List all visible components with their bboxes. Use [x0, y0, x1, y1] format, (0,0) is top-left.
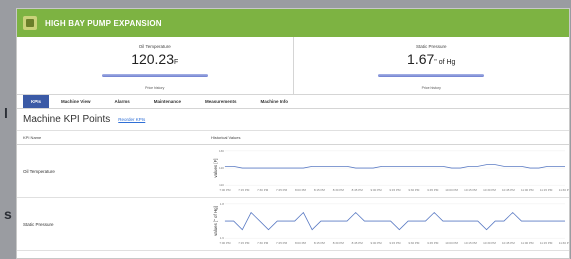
kpi-unit: " of Hg [434, 59, 456, 66]
x-tick-label: 9:00 PM [371, 241, 383, 245]
x-tick-label: 8:30 PM [333, 188, 345, 192]
pump-logo-icon [23, 16, 37, 30]
kpi-sparkline [101, 74, 208, 77]
y-axis-label: values [F] [213, 158, 218, 177]
kpi-card-static-pressure[interactable]: Static Pressure 1.67" of Hg Price histor… [292, 37, 570, 94]
kpi-sparkline-label: Price history [421, 86, 441, 90]
x-tick-label: 9:00 PM [371, 188, 383, 192]
historical-chart[interactable]: values [F] 130 120 110 7:00 PM 7:15 PM 7:30 PM… [211, 145, 569, 197]
x-tick-label: 8:30 PM [333, 241, 345, 245]
x-tick-label: 11:00 PM [521, 241, 534, 245]
x-tick-label: 10:00 PM [445, 188, 458, 192]
x-tick-label: 9:30 PM [408, 188, 420, 192]
reorder-kpis-link[interactable]: Reorder KPIs [118, 117, 145, 122]
x-tick-label: 10:30 PM [483, 188, 496, 192]
tab-measurements[interactable]: Measurements [193, 95, 249, 108]
y-axis-label: values [" of Hg] [213, 206, 218, 236]
table-header: KPI Name Historical Values [17, 131, 569, 145]
x-tick-label: 10:15 PM [464, 241, 477, 245]
x-tick-label: 7:30 PM [257, 241, 269, 245]
section-header: Machine KPI Points Reorder KPIs [17, 109, 569, 131]
tab-machine-info[interactable]: Machine Info [249, 95, 301, 108]
kpi-value: 1.67" of Hg [407, 51, 456, 67]
kpi-label: Static Pressure [415, 44, 447, 49]
column-header-historical-values: Historical Values [211, 135, 241, 140]
y-tick-label: 120 [219, 166, 224, 170]
y-tick-label: 1.8 [220, 202, 224, 206]
kpi-sparkline [378, 74, 485, 77]
kpi-value: 120.23F [131, 51, 179, 67]
x-tick-label: 10:45 PM [502, 188, 515, 192]
tab-maintenance[interactable]: Maintenance [142, 95, 193, 108]
tab-bar: KPIs Machine View Alarms Maintenance Mea… [17, 95, 569, 109]
section-title: Machine KPI Points [23, 114, 111, 125]
kpi-summary: Oil Temperature 120.23F Price history St… [17, 37, 569, 95]
series-line [224, 211, 566, 231]
x-tick-label: 8:15 PM [314, 188, 326, 192]
x-tick-label: 9:45 PM [427, 188, 439, 192]
tab-machine-view[interactable]: Machine View [49, 95, 102, 108]
x-tick-label: 8:00 PM [295, 188, 307, 192]
x-tick-label: 7:45 PM [276, 188, 288, 192]
table-row: Static Pressure values [" of Hg] 1.8 1.6 7:… [17, 198, 569, 251]
y-tick-label: 130 [219, 149, 224, 153]
page-title: HIGH BAY PUMP EXPANSION [45, 18, 162, 28]
x-tick-label: 11:30 PM [559, 188, 569, 192]
x-tick-label: 10:00 PM [445, 241, 458, 245]
kpi-name: Oil Temperature [23, 168, 55, 174]
x-tick-label: 8:45 PM [352, 188, 364, 192]
pump-dashboard-window: HIGH BAY PUMP EXPANSION Oil Temperature … [16, 8, 570, 259]
x-tick-label: 8:00 PM [295, 241, 307, 245]
kpi-name: Static Pressure [23, 221, 54, 227]
kpi-unit: F [174, 59, 179, 66]
column-header-kpi-name: KPI Name [23, 135, 42, 140]
x-tick-label: 7:45 PM [276, 241, 288, 245]
y-tick-label: 1.6 [220, 236, 224, 240]
x-tick-label: 10:15 PM [464, 188, 477, 192]
x-tick-label: 7:15 PM [238, 241, 250, 245]
x-tick-label: 8:15 PM [314, 241, 326, 245]
x-tick-label: 7:15 PM [238, 188, 250, 192]
x-tick-label: 7:00 PM [219, 188, 231, 192]
x-tick-label: 11:30 PM [559, 241, 569, 245]
kpi-card-oil-temperature[interactable]: Oil Temperature 120.23F Price history [17, 37, 293, 94]
page-header: HIGH BAY PUMP EXPANSION [17, 9, 569, 37]
table-row: Oil Temperature values [F] 130 120 110 7:00 … [17, 145, 569, 198]
series-line [224, 164, 566, 169]
x-tick-label: 11:15 PM [540, 188, 553, 192]
x-tick-label: 10:45 PM [502, 241, 515, 245]
x-tick-label: 8:45 PM [352, 241, 364, 245]
kpi-sparkline-label: Price history [145, 86, 165, 90]
historical-chart[interactable]: values [" of Hg] 1.8 1.6 7:00 PM 7:15 PM 7:30… [211, 198, 569, 250]
y-tick-label: 110 [219, 183, 224, 187]
x-tick-label: 9:15 PM [389, 241, 401, 245]
x-tick-label: 11:15 PM [540, 241, 553, 245]
x-tick-label: 11:00 PM [521, 188, 534, 192]
x-tick-label: 7:30 PM [257, 188, 269, 192]
x-tick-label: 9:15 PM [389, 188, 401, 192]
x-tick-label: 7:00 PM [219, 241, 231, 245]
x-tick-label: 9:45 PM [427, 241, 439, 245]
tab-kpis[interactable]: KPIs [23, 95, 50, 108]
x-tick-label: 10:30 PM [483, 241, 496, 245]
tab-alarms[interactable]: Alarms [102, 95, 141, 108]
x-tick-label: 9:30 PM [408, 241, 420, 245]
kpi-label: Oil Temperature [138, 44, 171, 49]
